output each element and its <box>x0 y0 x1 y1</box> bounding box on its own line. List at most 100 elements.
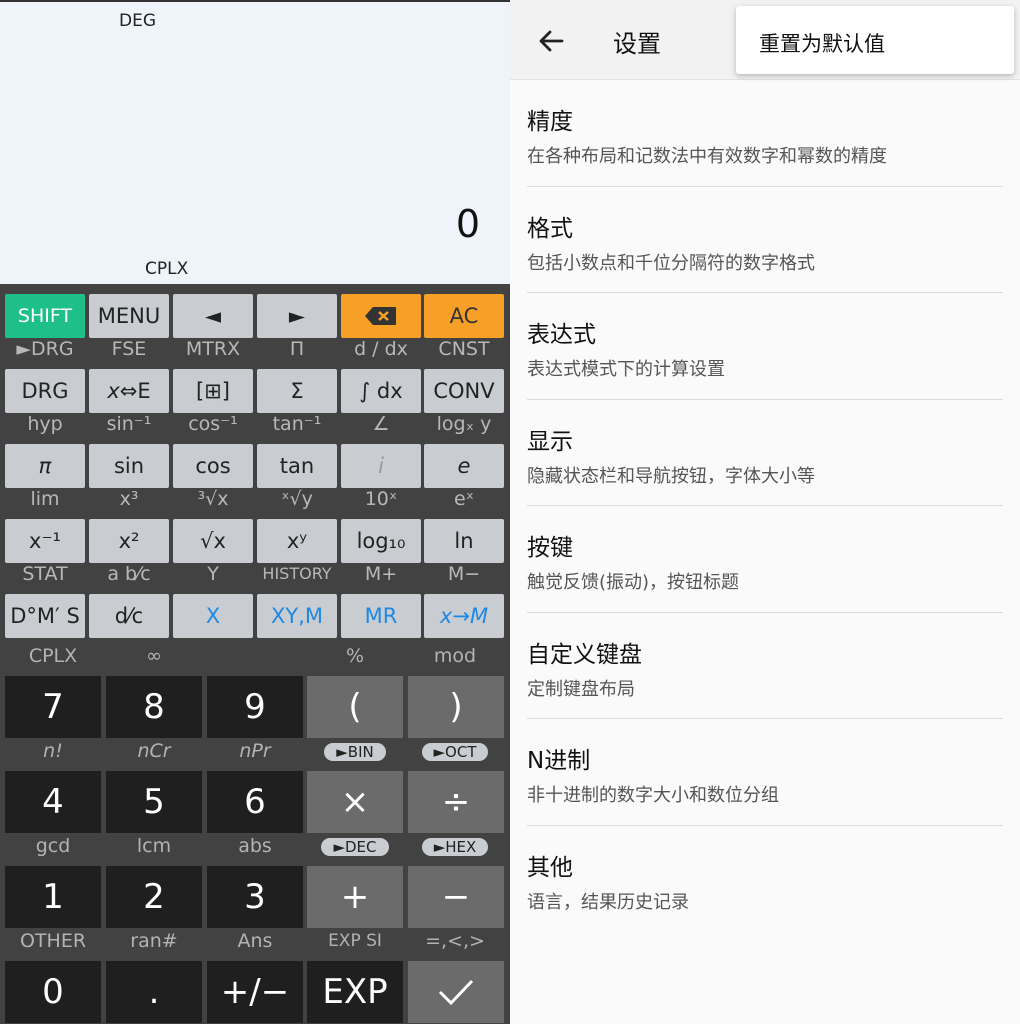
store-memory-button[interactable]: x→M <box>424 594 504 638</box>
open-paren-button[interactable]: ( <box>307 676 403 738</box>
memory-recall-button[interactable]: MR <box>341 594 421 638</box>
page-title: 设置 <box>613 30 661 58</box>
negate-button[interactable]: +/− <box>207 961 303 1023</box>
angle-label: ∠ <box>372 413 390 435</box>
xy-m-button[interactable]: XY,M <box>257 594 337 638</box>
sci-row-4: lim x³ ³√x ˣ√y 10ˣ eˣ x⁻¹ x² √x xʸ log₁₀… <box>0 488 510 563</box>
ln-button[interactable]: ln <box>424 519 504 563</box>
digit-9-button[interactable]: 9 <box>207 676 303 738</box>
sci-row-3: hyp sin⁻¹ cos⁻¹ tan⁻¹ ∠ logₓ y π sin cos… <box>0 413 510 488</box>
arcsin-label: sin⁻¹ <box>106 413 152 435</box>
menu-button[interactable]: MENU <box>89 294 169 338</box>
sum-button[interactable]: Σ <box>257 369 337 413</box>
backspace-button[interactable] <box>341 294 421 338</box>
settings-item-subtitle: 在各种布局和记数法中有效数字和幂数的精度 <box>527 146 887 167</box>
sci-row-2: ►DRG FSE MTRX Π d / dx CNST DRG x ⇔E [⊞] … <box>0 338 510 413</box>
settings-item-other[interactable]: 其他 语言，结果历史记录 <box>527 826 1003 933</box>
settings-item-keys[interactable]: 按键 触觉反馈(振动)，按钮标题 <box>527 506 1003 613</box>
euler-e-button[interactable]: e <box>424 444 504 488</box>
settings-item-custom-keyboard[interactable]: 自定义键盘 定制键盘布局 <box>527 613 1003 719</box>
divide-button[interactable]: ÷ <box>408 771 504 833</box>
cube-label: x³ <box>119 488 139 510</box>
settings-item-subtitle: 触觉反馈(振动)，按钮标题 <box>527 572 740 593</box>
y-label: Y <box>207 563 219 585</box>
shift-button[interactable]: SHIFT <box>5 294 85 338</box>
digit-6-button[interactable]: 6 <box>207 771 303 833</box>
multiply-button[interactable]: × <box>307 771 403 833</box>
scientific-keypad: SHIFT MENU ◄ ► AC ►DRG FSE MTRX Π d / dx… <box>0 292 510 638</box>
memory-plus-label: M+ <box>364 563 398 585</box>
minus-button[interactable]: − <box>408 866 504 928</box>
sci-row-5: STAT a b⁄c Y HISTORY M+ M− D°M′ S d⁄c X … <box>0 563 510 638</box>
digit-7-button[interactable]: 7 <box>5 676 101 738</box>
drg-button[interactable]: DRG <box>5 369 85 413</box>
settings-item-number-base[interactable]: N进制 非十进制的数字大小和数位分组 <box>527 719 1003 826</box>
digit-1-button[interactable]: 1 <box>5 866 101 928</box>
settings-item-title: 按键 <box>527 535 573 561</box>
settings-list: 精度 在各种布局和记数法中有效数字和幂数的精度 格式 包括小数点和千位分隔符的数… <box>527 80 1003 932</box>
settings-item-title: N进制 <box>527 748 591 774</box>
infinity-label: ∞ <box>146 645 162 667</box>
other-label: OTHER <box>19 930 87 952</box>
decimal-point-button[interactable]: . <box>106 961 202 1023</box>
fraction-button[interactable]: d⁄c <box>89 594 169 638</box>
to-hex-label: ►HEX <box>407 835 503 857</box>
complex-label: CPLX <box>28 645 78 667</box>
to-octal-label: ►OCT <box>407 740 503 762</box>
reciprocal-button[interactable]: x⁻¹ <box>5 519 85 563</box>
settings-item-title: 自定义键盘 <box>527 641 642 668</box>
stat-label: STAT <box>22 563 68 585</box>
settings-item-subtitle: 表达式模式下的计算设置 <box>527 359 725 380</box>
cube-root-label: ³√x <box>197 488 229 510</box>
settings-item-subtitle: 定制键盘布局 <box>527 678 635 700</box>
x-variable-button[interactable]: X <box>173 594 253 638</box>
x-exchange-e-button[interactable]: x ⇔E <box>89 369 169 413</box>
reset-to-default-menu-item[interactable]: 重置为默认值 <box>759 28 885 58</box>
plus-button[interactable]: + <box>307 866 403 928</box>
integral-button[interactable]: ∫ dx <box>341 369 421 413</box>
imaginary-i-button[interactable]: i <box>341 444 421 488</box>
history-label: HISTORY <box>262 564 332 583</box>
cursor-left-button[interactable]: ◄ <box>173 294 253 338</box>
settings-item-precision[interactable]: 精度 在各种布局和记数法中有效数字和幂数的精度 <box>527 80 1003 187</box>
gcd-label: gcd <box>35 835 71 857</box>
digit-3-button[interactable]: 3 <box>207 866 303 928</box>
cursor-right-button[interactable]: ► <box>257 294 337 338</box>
matrix-button[interactable]: [⊞] <box>173 369 253 413</box>
close-paren-button[interactable]: ) <box>408 676 504 738</box>
digit-0-button[interactable]: 0 <box>5 961 101 1023</box>
calculator-panel: DEG 0 CPLX SHIFT MENU ◄ ► AC ►DRG FSE MT… <box>0 0 510 1024</box>
log10-button[interactable]: log₁₀ <box>341 519 421 563</box>
digit-5-button[interactable]: 5 <box>106 771 202 833</box>
num-row-1: CPLX ∞ % mod 7 8 9 ( ) <box>0 645 510 740</box>
settings-item-display[interactable]: 显示 隐藏状态栏和导航按钮，字体大小等 <box>527 400 1003 506</box>
convert-button[interactable]: CONV <box>424 369 504 413</box>
square-button[interactable]: x² <box>89 519 169 563</box>
random-label: ran# <box>130 930 178 952</box>
exp-si-label: EXP SI <box>328 931 382 951</box>
digit-2-button[interactable]: 2 <box>106 866 202 928</box>
pi-button[interactable]: π <box>5 444 85 488</box>
back-arrow-icon[interactable] <box>536 26 566 56</box>
tan-button[interactable]: tan <box>257 444 337 488</box>
comparison-label: =,<,> <box>425 930 485 952</box>
result-value: 0 <box>455 202 480 246</box>
digit-4-button[interactable]: 4 <box>5 771 101 833</box>
sin-button[interactable]: sin <box>89 444 169 488</box>
power-button[interactable]: xʸ <box>257 519 337 563</box>
sci-row-1: SHIFT MENU ◄ ► AC <box>0 292 510 338</box>
arctan-label: tan⁻¹ <box>272 413 322 435</box>
to-binary-label: ►BIN <box>307 740 403 762</box>
settings-item-expression[interactable]: 表达式 表达式模式下的计算设置 <box>527 293 1003 400</box>
calculator-display: DEG 0 CPLX <box>0 0 510 284</box>
degree-minute-second-button[interactable]: D°M′ S <box>5 594 85 638</box>
cos-button[interactable]: cos <box>173 444 253 488</box>
square-root-button[interactable]: √x <box>173 519 253 563</box>
percent-label: % <box>345 645 365 667</box>
all-clear-button[interactable]: AC <box>424 294 504 338</box>
digit-8-button[interactable]: 8 <box>106 676 202 738</box>
nth-root-label: ˣ√y <box>281 488 313 510</box>
equals-button[interactable] <box>408 961 504 1023</box>
settings-item-format[interactable]: 格式 包括小数点和千位分隔符的数字格式 <box>527 187 1003 293</box>
exponent-button[interactable]: EXP <box>307 961 403 1023</box>
